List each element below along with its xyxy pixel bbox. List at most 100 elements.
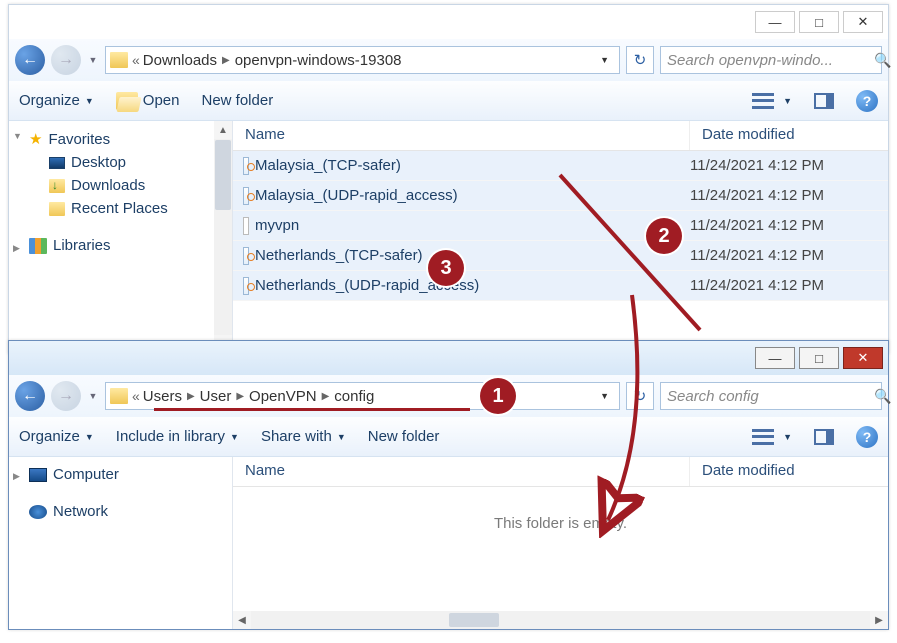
nav-history-dropdown[interactable]: ▼ xyxy=(87,50,99,70)
preview-pane-icon xyxy=(814,93,834,109)
ovpn-file-icon xyxy=(243,157,249,175)
sidebar-computer[interactable]: ▶Computer xyxy=(29,463,232,486)
forward-button[interactable]: → xyxy=(51,381,81,411)
computer-icon xyxy=(29,468,47,482)
help-button[interactable]: ? xyxy=(856,90,878,112)
breadcrumb[interactable]: « Downloads ▶ openvpn-windows-19308 ▼ xyxy=(105,46,620,74)
close-button[interactable]: ✕ xyxy=(843,347,883,369)
maximize-button[interactable]: □ xyxy=(799,347,839,369)
nav-history-dropdown[interactable]: ▼ xyxy=(87,386,99,406)
scroll-left-icon[interactable]: ◀ xyxy=(233,611,251,629)
breadcrumb-seg-user[interactable]: User xyxy=(200,388,232,405)
search-input[interactable] xyxy=(667,52,868,69)
view-menu[interactable]: ▼ xyxy=(752,429,792,445)
file-row[interactable]: Netherlands_(UDP-rapid_access)11/24/2021… xyxy=(233,271,888,301)
explorer-window-downloads: — □ ✕ ← → ▼ « Downloads ▶ openvpn-window… xyxy=(8,4,889,354)
desktop-icon xyxy=(49,157,65,169)
search-box[interactable]: 🔍 xyxy=(660,46,882,74)
breadcrumb-seg-folder[interactable]: openvpn-windows-19308 xyxy=(235,52,402,69)
sidebar-network[interactable]: Network xyxy=(29,500,232,523)
new-folder-button[interactable]: New folder xyxy=(202,92,274,109)
path-overflow-icon[interactable]: « xyxy=(132,52,143,68)
path-dropdown-icon[interactable]: ▼ xyxy=(594,391,615,401)
organize-menu[interactable]: Organize ▼ xyxy=(19,92,94,109)
help-icon: ? xyxy=(856,426,878,448)
help-button[interactable]: ? xyxy=(856,426,878,448)
search-input[interactable] xyxy=(667,388,868,405)
file-row[interactable]: Netherlands_(TCP-safer)11/24/2021 4:12 P… xyxy=(233,241,888,271)
new-folder-button[interactable]: New folder xyxy=(368,428,440,445)
chevron-right-icon[interactable]: ▶ xyxy=(182,391,200,402)
organize-menu[interactable]: Organize ▼ xyxy=(19,428,94,445)
ovpn-file-icon xyxy=(243,247,249,265)
toolbar: Organize ▼ Open New folder ▼ ? xyxy=(9,81,888,121)
column-name[interactable]: Name xyxy=(233,457,690,486)
minimize-button[interactable]: — xyxy=(755,11,795,33)
file-row[interactable]: Malaysia_(TCP-safer)11/24/2021 4:12 PM xyxy=(233,151,888,181)
scroll-right-icon[interactable]: ▶ xyxy=(870,611,888,629)
column-date[interactable]: Date modified xyxy=(690,457,888,486)
preview-pane-button[interactable] xyxy=(814,93,834,109)
scroll-up-icon[interactable]: ▲ xyxy=(214,121,232,139)
sidebar-downloads[interactable]: Downloads xyxy=(29,174,232,197)
maximize-button[interactable]: □ xyxy=(799,11,839,33)
file-row[interactable]: myvpn11/24/2021 4:12 PM xyxy=(233,211,888,241)
search-box[interactable]: 🔍 xyxy=(660,382,882,410)
breadcrumb-seg-openvpn[interactable]: OpenVPN xyxy=(249,388,317,405)
column-date[interactable]: Date modified xyxy=(690,121,888,150)
search-icon: 🔍 xyxy=(874,52,891,69)
scroll-thumb[interactable] xyxy=(449,613,499,627)
sidebar: ▼★Favorites Desktop Downloads Recent Pla… xyxy=(9,121,233,353)
ovpn-file-icon xyxy=(243,187,249,205)
sidebar-favorites[interactable]: ▼★Favorites xyxy=(29,127,232,151)
breadcrumb-seg-downloads[interactable]: Downloads xyxy=(143,52,217,69)
ovpn-file-icon xyxy=(243,277,249,295)
chevron-right-icon[interactable]: ▶ xyxy=(231,391,249,402)
annotation-underline xyxy=(154,408,470,411)
chevron-right-icon[interactable]: ▶ xyxy=(217,55,235,66)
sidebar-libraries[interactable]: ▶Libraries xyxy=(29,234,232,257)
breadcrumb-seg-users[interactable]: Users xyxy=(143,388,182,405)
back-button[interactable]: ← xyxy=(15,381,45,411)
file-list-pane: Name Date modified This folder is empty.… xyxy=(233,457,888,629)
file-list-pane: Name Date modified Malaysia_(TCP-safer)1… xyxy=(233,121,888,353)
share-with-menu[interactable]: Share with ▼ xyxy=(261,428,346,445)
sidebar-recent-places[interactable]: Recent Places xyxy=(29,197,232,220)
network-icon xyxy=(29,505,47,519)
sidebar-desktop[interactable]: Desktop xyxy=(29,151,232,174)
horizontal-scrollbar[interactable]: ◀ ▶ xyxy=(233,611,888,629)
explorer-window-config: — □ ✕ ← → ▼ « Users ▶ User ▶ OpenVPN ▶ c… xyxy=(8,340,889,630)
breadcrumb-seg-config[interactable]: config xyxy=(334,388,374,405)
folder-icon xyxy=(110,388,128,404)
file-row[interactable]: Malaysia_(UDP-rapid_access)11/24/2021 4:… xyxy=(233,181,888,211)
include-in-library-menu[interactable]: Include in library ▼ xyxy=(116,428,239,445)
forward-button[interactable]: → xyxy=(51,45,81,75)
column-headers[interactable]: Name Date modified xyxy=(233,121,888,151)
back-button[interactable]: ← xyxy=(15,45,45,75)
recent-icon xyxy=(49,202,65,216)
path-dropdown-icon[interactable]: ▼ xyxy=(594,55,615,65)
refresh-button[interactable]: ↻ xyxy=(626,46,654,74)
open-button[interactable]: Open xyxy=(116,92,180,110)
annotation-badge-2: 2 xyxy=(646,218,682,254)
breadcrumb[interactable]: « Users ▶ User ▶ OpenVPN ▶ config ▼ xyxy=(105,382,620,410)
chevron-right-icon[interactable]: ▶ xyxy=(317,391,335,402)
sidebar: ▶Computer Network xyxy=(9,457,233,629)
preview-pane-button[interactable] xyxy=(814,429,834,445)
titlebar[interactable]: — □ ✕ xyxy=(9,341,888,375)
text-file-icon xyxy=(243,217,249,235)
refresh-button[interactable]: ↻ xyxy=(626,382,654,410)
titlebar[interactable]: — □ ✕ xyxy=(9,5,888,39)
help-icon: ? xyxy=(856,90,878,112)
toolbar: Organize ▼ Include in library ▼ Share wi… xyxy=(9,417,888,457)
column-headers[interactable]: Name Date modified xyxy=(233,457,888,487)
scroll-thumb[interactable] xyxy=(215,140,231,210)
sidebar-scrollbar[interactable]: ▲ ▼ xyxy=(214,121,232,353)
minimize-button[interactable]: — xyxy=(755,347,795,369)
folder-icon xyxy=(110,52,128,68)
view-menu[interactable]: ▼ xyxy=(752,93,792,109)
column-name[interactable]: Name xyxy=(233,121,690,150)
close-button[interactable]: ✕ xyxy=(843,11,883,33)
path-overflow-icon[interactable]: « xyxy=(132,388,143,404)
downloads-icon xyxy=(49,179,65,193)
